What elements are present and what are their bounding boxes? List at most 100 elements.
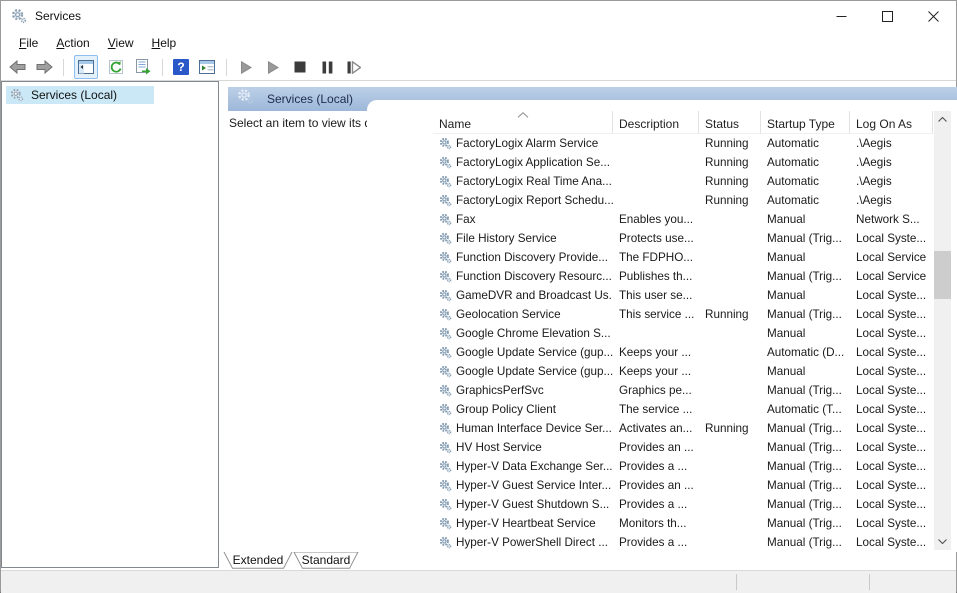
table-row[interactable]: Hyper-V Heartbeat ServiceMonitors th...M… xyxy=(433,514,933,533)
cell-log-on-as: Local Syste... xyxy=(850,438,933,457)
service-gear-icon xyxy=(439,346,452,359)
menu-file[interactable]: File xyxy=(10,33,47,53)
cell-startup-type: Manual xyxy=(761,362,850,381)
service-gear-icon xyxy=(439,479,452,492)
export-list-icon[interactable] xyxy=(134,58,152,76)
table-row[interactable]: Group Policy ClientThe service ...Automa… xyxy=(433,400,933,419)
tree-item-label: Services (Local) xyxy=(31,88,117,102)
cell-startup-type: Manual (Trig... xyxy=(761,267,850,286)
cell-description: Graphics pe... xyxy=(613,381,699,400)
service-gear-icon xyxy=(439,156,452,169)
table-row[interactable]: Function Discovery Resourc...Publishes t… xyxy=(433,267,933,286)
minimize-button[interactable] xyxy=(818,1,864,31)
vertical-scrollbar[interactable] xyxy=(934,111,951,550)
service-gear-icon xyxy=(439,441,452,454)
menu-help[interactable]: Help xyxy=(143,33,186,53)
table-row[interactable]: Hyper-V Data Exchange Ser...Provides a .… xyxy=(433,457,933,476)
tab-extended[interactable]: Extended xyxy=(223,552,293,569)
cell-status xyxy=(699,286,761,305)
resume-service-icon[interactable] xyxy=(264,58,282,76)
cell-startup-type: Automatic (T... xyxy=(761,400,850,419)
column-header-startup-type[interactable]: Startup Type xyxy=(761,111,850,134)
menu-view[interactable]: View xyxy=(99,33,143,53)
column-header-status[interactable]: Status xyxy=(699,111,761,134)
table-row[interactable]: GameDVR and Broadcast Us...This user se.… xyxy=(433,286,933,305)
table-row[interactable]: Geolocation ServiceThis service ...Runni… xyxy=(433,305,933,324)
start-service-icon[interactable] xyxy=(237,58,255,76)
table-row[interactable]: FactoryLogix Real Time Ana...RunningAuto… xyxy=(433,172,933,191)
menu-action[interactable]: Action xyxy=(47,33,98,53)
cell-name: Group Policy Client xyxy=(433,400,613,419)
cell-name: Function Discovery Resourc... xyxy=(433,267,613,286)
title-bar: Services xyxy=(1,1,956,31)
column-header-log-on-as[interactable]: Log On As xyxy=(850,111,933,134)
cell-log-on-as: Local Syste... xyxy=(850,305,933,324)
cell-description: Provides a ... xyxy=(613,457,699,476)
table-row[interactable]: FactoryLogix Report Schedu...RunningAuto… xyxy=(433,191,933,210)
restart-service-icon[interactable] xyxy=(345,58,363,76)
cell-status: Running xyxy=(699,191,761,210)
scroll-up-icon[interactable] xyxy=(934,111,951,128)
table-row[interactable]: Google Update Service (gup...Keeps your … xyxy=(433,343,933,362)
stop-service-icon[interactable] xyxy=(291,58,309,76)
cell-startup-type: Manual xyxy=(761,324,850,343)
cell-name: FactoryLogix Alarm Service xyxy=(433,134,613,153)
column-header-name[interactable]: Name xyxy=(433,111,613,134)
cell-log-on-as: .\Aegis xyxy=(850,191,933,210)
cell-description: Provides an ... xyxy=(613,438,699,457)
cell-name: Google Chrome Elevation S... xyxy=(433,324,613,343)
table-row[interactable]: Human Interface Device Ser...Activates a… xyxy=(433,419,933,438)
cell-startup-type: Manual (Trig... xyxy=(761,419,850,438)
tab-standard[interactable]: Standard xyxy=(293,552,359,569)
cell-name: Hyper-V PowerShell Direct ... xyxy=(433,533,613,552)
table-row[interactable]: Function Discovery Provide...The FDPHO..… xyxy=(433,248,933,267)
tree-item-services-local[interactable]: Services (Local) xyxy=(6,86,154,104)
cell-description: Monitors th... xyxy=(613,514,699,533)
table-row[interactable]: Google Chrome Elevation S...ManualLocal … xyxy=(433,324,933,343)
show-properties-window-icon[interactable] xyxy=(198,58,216,76)
toolbar-separator xyxy=(162,59,163,76)
table-row[interactable]: FactoryLogix Application Se...RunningAut… xyxy=(433,153,933,172)
help-icon[interactable]: ? xyxy=(173,59,189,75)
table-row[interactable]: GraphicsPerfSvcGraphics pe... Manual (Tri… xyxy=(433,381,933,400)
cell-startup-type: Manual (Trig... xyxy=(761,381,850,400)
cell-log-on-as: .\Aegis xyxy=(850,153,933,172)
table-row[interactable]: File History ServiceProtects use...Manua… xyxy=(433,229,933,248)
status-bar-divider xyxy=(869,574,870,590)
close-button[interactable] xyxy=(910,1,956,31)
cell-status xyxy=(699,210,761,229)
cell-status xyxy=(699,476,761,495)
cell-description: Activates an... xyxy=(613,419,699,438)
cell-description xyxy=(613,172,699,191)
cell-log-on-as: Local Syste... xyxy=(850,457,933,476)
services-app-icon xyxy=(11,8,27,29)
table-row[interactable]: HV Host ServiceProvides an ...Manual (Tr… xyxy=(433,438,933,457)
scroll-down-icon[interactable] xyxy=(934,533,951,550)
cell-log-on-as: Local Syste... xyxy=(850,514,933,533)
table-row[interactable]: Hyper-V Guest Shutdown S...Provides a ..… xyxy=(433,495,933,514)
refresh-icon[interactable] xyxy=(107,58,125,76)
table-row[interactable]: Hyper-V Guest Service Inter...Provides a… xyxy=(433,476,933,495)
forward-icon[interactable] xyxy=(35,58,53,76)
cell-log-on-as: Local Syste... xyxy=(850,343,933,362)
cell-startup-type: Automatic xyxy=(761,153,850,172)
table-row[interactable]: FaxEnables you...ManualNetwork S... xyxy=(433,210,933,229)
service-gear-icon xyxy=(439,422,452,435)
cell-description: Publishes th... xyxy=(613,267,699,286)
table-row[interactable]: FactoryLogix Alarm ServiceRunningAutomat… xyxy=(433,134,933,153)
pause-service-icon[interactable] xyxy=(318,58,336,76)
table-row[interactable]: Hyper-V PowerShell Direct ...Provides a … xyxy=(433,533,933,552)
cell-name: Fax xyxy=(433,210,613,229)
cell-name: GraphicsPerfSvc xyxy=(433,381,613,400)
cell-description: Keeps your ... xyxy=(613,343,699,362)
cell-log-on-as: Local Service xyxy=(850,248,933,267)
table-row[interactable]: Google Update Service (gup...Keeps your … xyxy=(433,362,933,381)
cell-startup-type: Manual (Trig... xyxy=(761,476,850,495)
scrollbar-thumb[interactable] xyxy=(934,251,951,299)
column-header-description[interactable]: Description xyxy=(613,111,699,134)
show-console-tree-icon[interactable] xyxy=(74,55,98,79)
maximize-button[interactable] xyxy=(864,1,910,31)
cell-name: FactoryLogix Report Schedu... xyxy=(433,191,613,210)
back-icon[interactable] xyxy=(8,58,26,76)
cell-log-on-as: Local Syste... xyxy=(850,419,933,438)
